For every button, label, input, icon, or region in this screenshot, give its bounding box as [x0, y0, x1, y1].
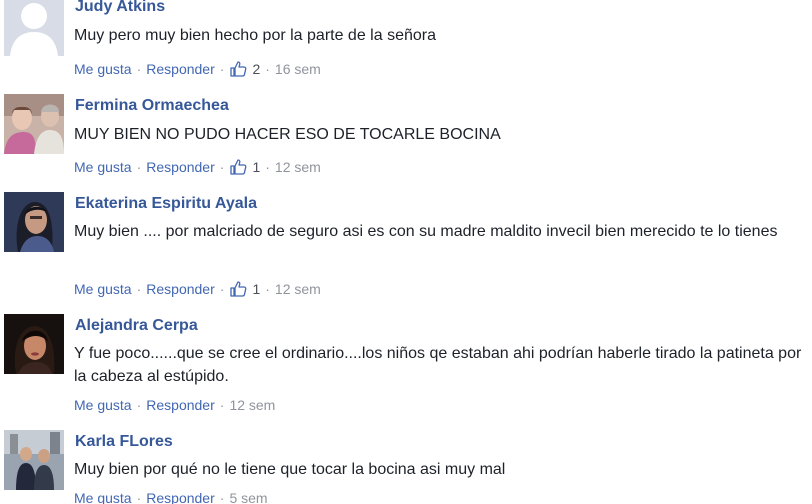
comment: Alejandra Cerpa Y fue poco......que se c… [0, 314, 812, 424]
comment-text: Muy pero muy bien hecho por la parte de … [74, 27, 436, 44]
reply-button[interactable]: Responder [146, 159, 215, 175]
separator: · [265, 159, 270, 175]
like-count[interactable]: 1 [252, 281, 260, 297]
separator: · [136, 159, 142, 175]
thumbs-up-icon [230, 281, 247, 297]
reply-button[interactable]: Responder [146, 490, 215, 504]
thumbs-up-icon [230, 159, 247, 175]
like-button[interactable]: Me gusta [74, 61, 132, 77]
comment-actions: Me gusta · Responder · 1 · 12 sem [74, 159, 321, 175]
avatar[interactable] [4, 430, 64, 490]
timestamp[interactable]: 5 sem [229, 490, 267, 504]
comment: Judy Atkins Muy pero muy bien hecho por … [0, 0, 812, 90]
comment: Fermina Ormaechea MUY BIEN NO PUDO HACER… [0, 94, 812, 184]
reply-button[interactable]: Responder [146, 397, 215, 413]
like-count[interactable]: 2 [252, 61, 260, 77]
separator: · [136, 281, 142, 297]
separator: · [219, 490, 225, 504]
avatar[interactable] [4, 192, 64, 252]
avatar[interactable] [4, 314, 64, 374]
comment: Karla FLores Muy bien por qué no le tien… [0, 430, 812, 504]
comment-author[interactable]: Judy Atkins [75, 0, 165, 16]
separator: · [219, 61, 225, 77]
timestamp[interactable]: 16 sem [275, 61, 321, 77]
comment-actions: Me gusta · Responder · 12 sem [74, 397, 275, 413]
comment-author[interactable]: Ekaterina Espiritu Ayala [75, 195, 257, 213]
reply-button[interactable]: Responder [146, 281, 215, 297]
comment-text: MUY BIEN NO PUDO HACER ESO DE TOCARLE BO… [74, 126, 501, 143]
timestamp[interactable]: 12 sem [229, 397, 275, 413]
reply-button[interactable]: Responder [146, 61, 215, 77]
separator: · [219, 397, 225, 413]
avatar[interactable] [4, 0, 64, 56]
avatar[interactable] [4, 94, 64, 154]
separator: · [219, 159, 225, 175]
comment-text: Muy bien por qué no le tiene que tocar l… [74, 461, 506, 478]
separator: · [136, 61, 142, 77]
comment-author[interactable]: Fermina Ormaechea [75, 97, 229, 115]
separator: · [136, 490, 142, 504]
comment-actions: Me gusta · Responder · 1 · 12 sem [74, 281, 321, 297]
comment-text: Muy bien .... por malcriado de seguro as… [74, 223, 778, 240]
comment-text: Y fue poco......que se cree el ordinario… [74, 345, 802, 385]
separator: · [136, 397, 142, 413]
comment: Ekaterina Espiritu Ayala Muy bien .... p… [0, 192, 812, 304]
like-button[interactable]: Me gusta [74, 397, 132, 413]
like-button[interactable]: Me gusta [74, 490, 132, 504]
comment-author[interactable]: Alejandra Cerpa [75, 317, 198, 335]
separator: · [265, 281, 270, 297]
like-count[interactable]: 1 [252, 159, 260, 175]
thumbs-up-icon [230, 61, 247, 77]
comment-actions: Me gusta · Responder · 5 sem [74, 490, 268, 504]
comment-feed: Judy Atkins Muy pero muy bien hecho por … [0, 0, 812, 504]
separator: · [265, 61, 270, 77]
like-button[interactable]: Me gusta [74, 159, 132, 175]
timestamp[interactable]: 12 sem [275, 159, 321, 175]
comment-actions: Me gusta · Responder · 2 · 16 sem [74, 61, 321, 77]
like-button[interactable]: Me gusta [74, 281, 132, 297]
timestamp[interactable]: 12 sem [275, 281, 321, 297]
separator: · [219, 281, 225, 297]
comment-author[interactable]: Karla FLores [75, 433, 173, 451]
